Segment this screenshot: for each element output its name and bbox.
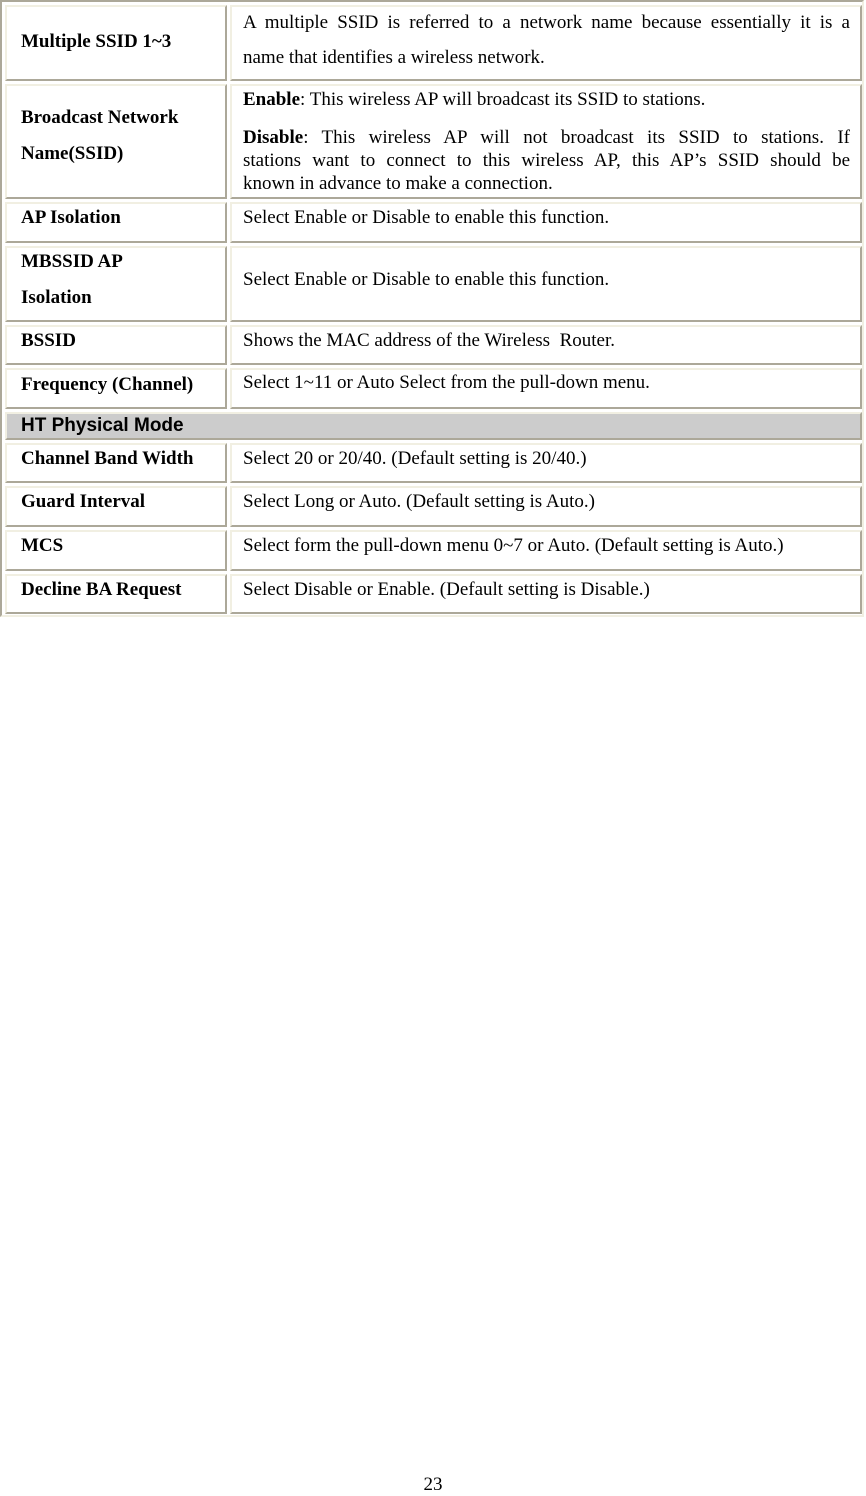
row-description-cell: Select Long or Auto. (Default setting is… — [230, 486, 862, 527]
row-description-cell: Enable: This wireless AP will broadcast … — [230, 84, 862, 199]
enable-term: Enable — [243, 89, 301, 110]
table-row: Frequency (Channel) Select 1~11 or Auto … — [5, 368, 862, 409]
row-description: Select 1~11 or Auto Select from the pull… — [243, 372, 650, 393]
row-label: Decline BA Request — [21, 579, 182, 600]
table-row: Guard Interval Select Long or Auto. (Def… — [5, 486, 862, 527]
table-row: MCS Select form the pull-down menu 0~7 o… — [5, 530, 862, 571]
row-description-cell: Select Enable or Disable to enable this … — [230, 246, 862, 322]
row-description-cell: Select 20 or 20/40. (Default setting is … — [230, 443, 862, 483]
row-label: MCS — [21, 535, 64, 556]
row-label-line: Name(SSID) — [21, 143, 124, 164]
row-description-cell: Select Disable or Enable. (Default setti… — [230, 574, 862, 614]
row-label: Multiple SSID 1~3 — [21, 31, 172, 52]
row-description: Select Long or Auto. (Default setting is… — [243, 491, 595, 512]
row-label-line: Broadcast Network — [21, 107, 179, 128]
table-row: MBSSID AP Isolation Select Enable or Dis… — [5, 246, 862, 322]
row-label-cell: MCS — [5, 530, 227, 571]
row-label-cell: BSSID — [5, 325, 227, 365]
row-description-cell: A multiple SSID is referred to a network… — [230, 5, 862, 81]
table-row: Multiple SSID 1~3 A multiple SSID is ref… — [5, 5, 862, 81]
row-description-cell: Select Enable or Disable to enable this … — [230, 202, 862, 243]
table-row: AP Isolation Select Enable or Disable to… — [5, 202, 862, 243]
disable-term: Disable — [243, 127, 304, 148]
table-row: Broadcast Network Name(SSID) Enable: Thi… — [5, 84, 862, 199]
row-description: Select Enable or Disable to enable this … — [243, 269, 610, 290]
section-header: HT Physical Mode — [5, 412, 862, 440]
row-label-cell: Multiple SSID 1~3 — [5, 5, 227, 81]
row-description: Shows the MAC address of the Wireless Ro… — [243, 330, 615, 351]
row-label-cell: Decline BA Request — [5, 574, 227, 614]
row-label-line: MBSSID AP — [21, 251, 123, 272]
disable-text: : This wireless AP will not broadcast it… — [303, 127, 850, 148]
enable-text: : This wireless AP will broadcast its SS… — [300, 89, 706, 110]
row-description-cell: Select 1~11 or Auto Select from the pull… — [230, 368, 862, 409]
row-label: Guard Interval — [21, 491, 146, 512]
row-label-cell: AP Isolation — [5, 202, 227, 243]
row-label-line: Isolation — [21, 287, 92, 308]
row-label-cell: Guard Interval — [5, 486, 227, 527]
row-description: Select Disable or Enable. (Default setti… — [243, 579, 650, 600]
table-row: Decline BA Request Select Disable or Ena… — [5, 574, 862, 614]
table-row: Channel Band Width Select 20 or 20/40. (… — [5, 443, 862, 483]
row-description: Select Enable or Disable to enable this … — [243, 207, 610, 228]
row-label: BSSID — [21, 330, 76, 351]
row-description: Select form the pull-down menu 0~7 or Au… — [243, 535, 784, 556]
settings-table: Multiple SSID 1~3 A multiple SSID is ref… — [0, 0, 864, 617]
row-label: Channel Band Width — [21, 448, 194, 469]
disable-description: Disable: This wireless AP will not broad… — [243, 126, 850, 150]
row-description-line: stations want to connect to this wireles… — [243, 150, 850, 171]
table-row: BSSID Shows the MAC address of the Wirel… — [5, 325, 862, 365]
enable-description: Enable: This wireless AP will broadcast … — [243, 88, 850, 112]
row-label: AP Isolation — [21, 207, 121, 228]
row-description-line: A multiple SSID is referred to a network… — [243, 12, 850, 33]
section-header-title: HT Physical Mode — [21, 415, 184, 436]
row-label: Frequency (Channel) — [21, 374, 194, 395]
row-description-cell: Select form the pull-down menu 0~7 or Au… — [230, 530, 862, 571]
row-label-cell: Broadcast Network Name(SSID) — [5, 84, 227, 199]
row-label-cell: Frequency (Channel) — [5, 368, 227, 409]
row-description: Select 20 or 20/40. (Default setting is … — [243, 448, 587, 469]
row-label-cell: MBSSID AP Isolation — [5, 246, 227, 322]
row-description-cell: Shows the MAC address of the Wireless Ro… — [230, 325, 862, 365]
page-number: 23 — [423, 1474, 443, 1495]
row-description-line: known in advance to make a connection. — [243, 173, 553, 194]
row-description-line: name that identifies a wireless network. — [243, 47, 545, 68]
row-label-cell: Channel Band Width — [5, 443, 227, 483]
